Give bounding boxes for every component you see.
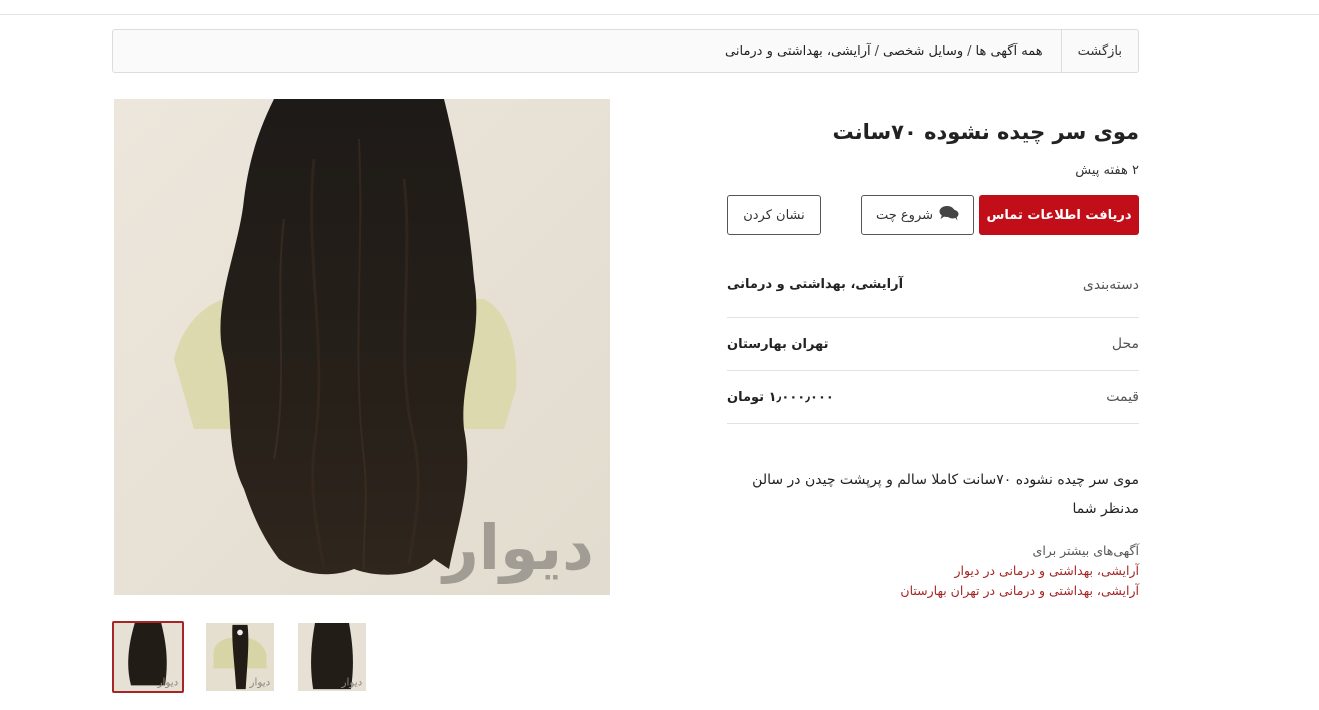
svg-text:دیوار: دیوار (156, 676, 178, 688)
breadcrumb-separator: / (874, 43, 879, 59)
related-link-location[interactable]: آرایشی، بهداشتی و درمانی در تهران بهارست… (727, 581, 1139, 601)
detail-value[interactable]: آرایشی، بهداشتی و درمانی (727, 277, 903, 292)
thumbnail-3[interactable]: دیوار (296, 621, 368, 693)
detail-value: تهران بهارستان (727, 336, 829, 352)
breadcrumb-item-all-ads[interactable]: همه آگهی ها (976, 44, 1043, 59)
related-ads-label: آگهی‌های بیشتر برای (1032, 543, 1139, 558)
photo-thumbnails: دیوار دیوار دیوار (112, 621, 368, 693)
detail-key: قیمت (1106, 389, 1139, 405)
thumbnail-1[interactable]: دیوار (112, 621, 184, 693)
ad-details: دسته‌بندی آرایشی، بهداشتی و درمانی محل ت… (727, 276, 1139, 424)
detail-key: دسته‌بندی (1082, 277, 1139, 293)
ad-description: موی سر چیده نشوده ۷۰سانت کاملا سالم و پر… (752, 472, 1139, 517)
breadcrumb-item-category[interactable]: آرایشی، بهداشتی و درمانی (725, 44, 871, 59)
detail-value: ۱٫۰۰۰٫۰۰۰ تومان (727, 389, 834, 405)
breadcrumb-separator: / (967, 43, 972, 59)
start-chat-label: شروع چت (875, 207, 934, 223)
breadcrumb-trail: همه آگهی ها / وسایل شخصی / آرایشی، بهداش… (725, 44, 1061, 59)
bookmark-button[interactable]: نشان کردن (727, 195, 821, 235)
related-ads: آگهی‌های بیشتر برای آرایشی، بهداشتی و در… (727, 541, 1139, 601)
detail-row-price: قیمت ۱٫۰۰۰٫۰۰۰ تومان (727, 371, 1139, 424)
breadcrumb-item-personal[interactable]: وسایل شخصی (883, 44, 963, 59)
breadcrumb: بازگشت همه آگهی ها / وسایل شخصی / آرایشی… (112, 29, 1139, 73)
related-link-category[interactable]: آرایشی، بهداشتی و درمانی در دیوار (727, 561, 1139, 581)
start-chat-button[interactable]: شروع چت (861, 195, 974, 235)
detail-row-category: دسته‌بندی آرایشی، بهداشتی و درمانی (727, 276, 1139, 318)
back-button[interactable]: بازگشت (1060, 30, 1138, 72)
svg-text:دیوار: دیوار (340, 676, 362, 688)
contact-info-button[interactable]: دریافت اطلاعات تماس (979, 195, 1139, 235)
ad-actions: دریافت اطلاعات تماس شروع چت نشان کردن (727, 195, 1139, 235)
ad-main-photo[interactable]: دیوار (114, 99, 610, 595)
comments-icon (939, 205, 959, 225)
thumbnail-2[interactable]: دیوار (204, 621, 276, 693)
ad-title: موی سر چیده نشوده ۷۰سانت (832, 120, 1140, 144)
post-time: ۲ هفته پیش (1075, 163, 1139, 178)
ad-info-panel: موی سر چیده نشوده ۷۰سانت ۲ هفته پیش دریا… (727, 112, 1139, 601)
header-divider (0, 14, 1319, 15)
svg-text:دیوار: دیوار (248, 676, 270, 688)
detail-row-location: محل تهران بهارستان (727, 318, 1139, 371)
watermark-logo: دیوار (440, 511, 594, 584)
detail-key: محل (1111, 336, 1139, 352)
